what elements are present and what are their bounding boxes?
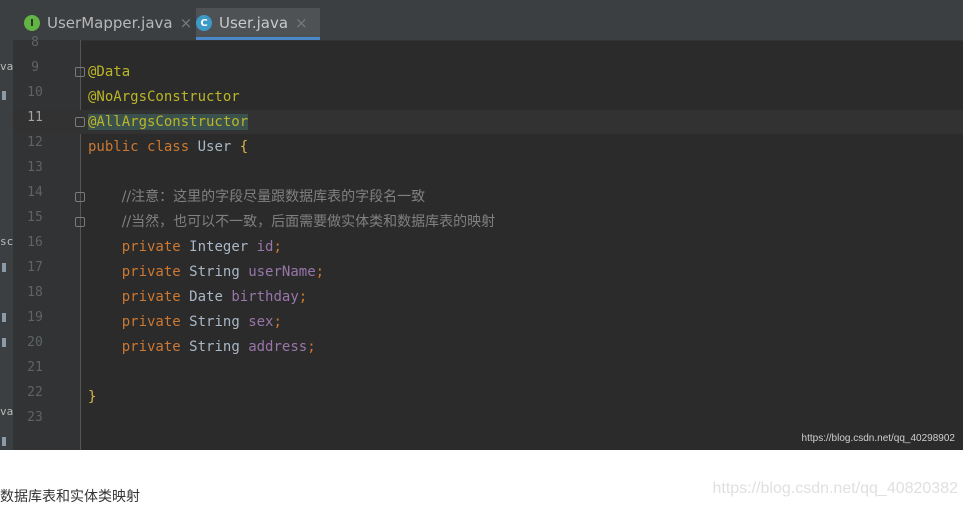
code-line[interactable]: 9 @Data	[13, 60, 963, 84]
code-line[interactable]: 10 @NoArgsConstructor	[13, 85, 963, 109]
code-line[interactable]: 18 private Date birthday;	[13, 285, 963, 309]
panel-text-fragment: va	[0, 60, 14, 73]
close-icon[interactable]: ×	[180, 14, 193, 32]
line-number: 15	[27, 210, 43, 225]
code-line[interactable]: 13	[13, 160, 963, 184]
panel-marker-icon	[2, 338, 6, 347]
code-text: @AllArgsConstructor	[88, 114, 249, 130]
fold-marker-icon[interactable]	[75, 192, 85, 202]
code-text: private String userName;	[121, 264, 325, 280]
class-icon: C	[196, 15, 212, 31]
panel-text-fragment: sc	[0, 235, 14, 248]
code-line[interactable]: 21	[13, 360, 963, 384]
line-number: 8	[31, 35, 39, 50]
watermark: https://blog.csdn.net/qq_40820382	[712, 480, 958, 497]
line-number: 10	[27, 85, 43, 100]
code-text: private Integer id;	[121, 239, 282, 255]
ide-window: I UserMapper.java × C User.java × va sc …	[0, 0, 963, 450]
code-text: @NoArgsConstructor	[88, 89, 240, 105]
code-line[interactable]: 23	[13, 410, 963, 434]
image-caption: 数据库表和实体类映射	[0, 489, 140, 505]
line-number: 14	[27, 185, 43, 200]
project-panel-edge[interactable]: va sc va	[0, 40, 13, 450]
line-number: 17	[27, 260, 43, 275]
line-number: 11	[27, 110, 43, 125]
code-text: //当然，也可以不一致，后面需要做实体类和数据库表的映射	[121, 214, 496, 230]
interface-icon: I	[24, 15, 40, 31]
fold-marker-icon[interactable]	[75, 217, 85, 227]
tab-label: User.java	[219, 14, 289, 32]
code-text: @Data	[88, 64, 131, 80]
current-code-line[interactable]: 11 @AllArgsConstructor	[13, 110, 963, 134]
code-text: public class User {	[88, 139, 249, 155]
code-line[interactable]: 12 public class User {	[13, 135, 963, 159]
panel-marker-icon	[2, 91, 6, 100]
watermark: https://blog.csdn.net/qq_40298902	[801, 433, 955, 444]
panel-marker-icon	[2, 313, 6, 322]
code-line[interactable]: 14 //注意：这里的字段尽量跟数据库表的字段名一致	[13, 185, 963, 209]
code-line[interactable]: 15 //当然，也可以不一致，后面需要做实体类和数据库表的映射	[13, 210, 963, 234]
code-line[interactable]: 20 private String address;	[13, 335, 963, 359]
line-number: 13	[27, 160, 43, 175]
tab-label: UserMapper.java	[47, 14, 173, 32]
close-icon[interactable]: ×	[295, 14, 308, 32]
line-number: 22	[27, 385, 43, 400]
line-number: 21	[27, 360, 43, 375]
code-line[interactable]: 19 private String sex;	[13, 310, 963, 334]
fold-marker-icon[interactable]	[75, 67, 85, 77]
code-line[interactable]: 8	[13, 35, 963, 59]
code-text: //注意：这里的字段尽量跟数据库表的字段名一致	[121, 189, 426, 205]
panel-marker-icon	[2, 263, 6, 272]
panel-text-fragment: va	[0, 405, 14, 418]
tab-user[interactable]: C User.java ×	[196, 8, 320, 40]
panel-marker-icon	[2, 437, 6, 446]
code-line[interactable]: 16 private Integer id;	[13, 235, 963, 259]
code-line[interactable]: 17 private String userName;	[13, 260, 963, 284]
line-number: 20	[27, 335, 43, 350]
line-number: 18	[27, 285, 43, 300]
tab-usermapper[interactable]: I UserMapper.java ×	[24, 8, 194, 38]
line-number: 23	[27, 410, 43, 425]
code-text: private Date birthday;	[121, 289, 308, 305]
fold-marker-icon[interactable]	[75, 117, 85, 127]
line-number: 19	[27, 310, 43, 325]
line-number: 9	[31, 60, 39, 75]
code-text: }	[88, 389, 97, 405]
line-number: 16	[27, 235, 43, 250]
code-text: private String address;	[121, 339, 316, 355]
code-line[interactable]: 22 }	[13, 385, 963, 409]
code-text: private String sex;	[121, 314, 282, 330]
line-number: 12	[27, 135, 43, 150]
